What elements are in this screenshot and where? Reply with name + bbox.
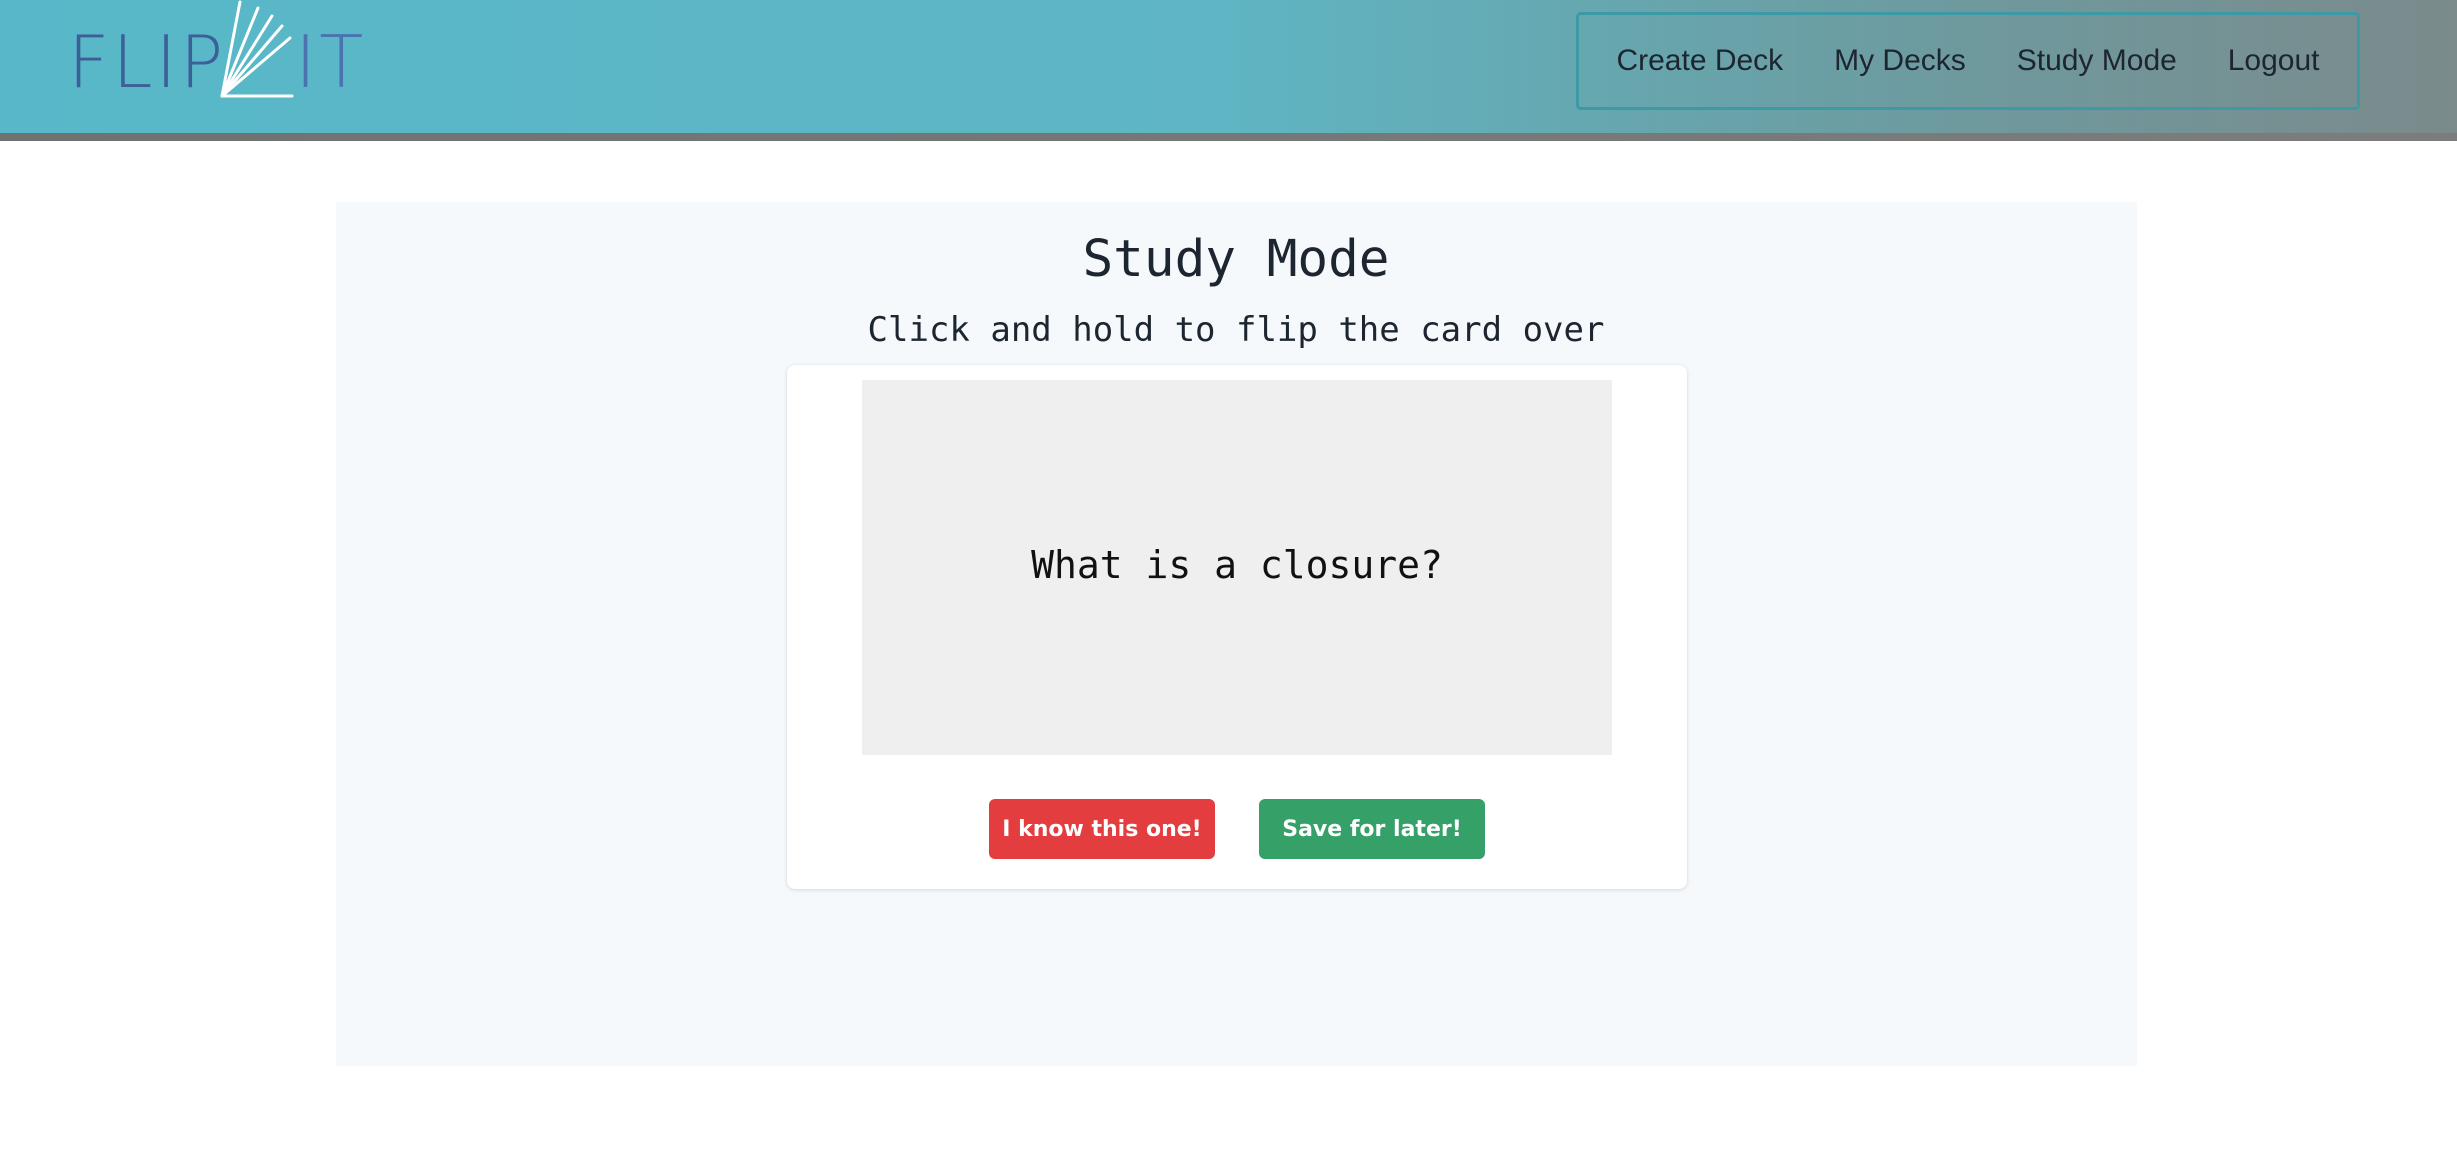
flip-it-logo[interactable]: FLIP IT	[68, 0, 368, 110]
nav-my-decks[interactable]: My Decks	[1834, 44, 1966, 78]
page-title: Study Mode	[1082, 230, 1390, 289]
nav-study-mode[interactable]: Study Mode	[2017, 44, 2177, 78]
header-bottom-border	[0, 133, 2457, 141]
logo-text-it: IT	[295, 20, 367, 104]
logo-text-flip: FLIP	[68, 20, 227, 104]
know-this-button[interactable]: I know this one!	[989, 799, 1215, 859]
page-subtitle: Click and hold to flip the card over	[867, 310, 1605, 350]
flashcard-question: What is a closure?	[1031, 543, 1443, 587]
flashcard[interactable]: What is a closure?	[862, 380, 1612, 755]
nav-create-deck[interactable]: Create Deck	[1616, 44, 1783, 78]
save-for-later-button[interactable]: Save for later!	[1259, 799, 1485, 859]
flashcard-container: What is a closure? I know this one! Save…	[787, 365, 1687, 889]
top-header: FLIP IT Create Deck My Decks Study Mode …	[0, 0, 2457, 133]
nav-logout[interactable]: Logout	[2228, 44, 2320, 78]
main-nav: Create Deck My Decks Study Mode Logout	[1576, 12, 2360, 110]
